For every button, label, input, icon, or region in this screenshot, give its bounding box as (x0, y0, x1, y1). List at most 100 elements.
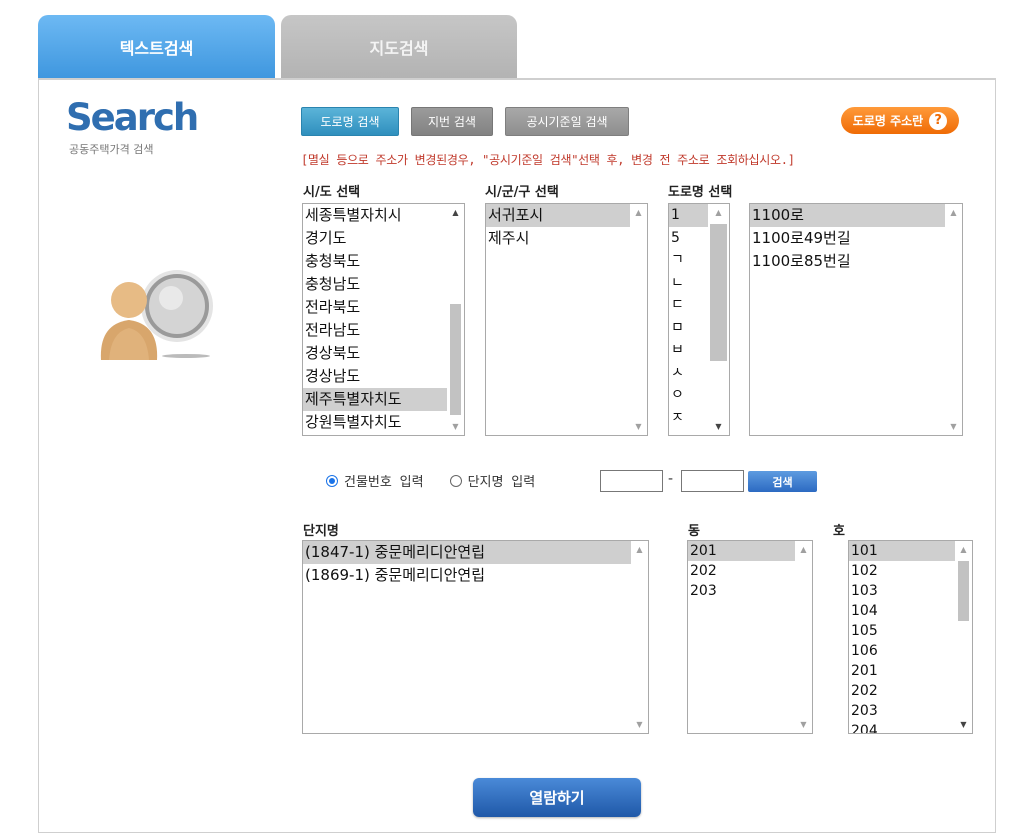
dong-listbox[interactable]: 201 202 203 ▲ ▼ (687, 540, 813, 734)
scroll-down-icon[interactable]: ▼ (945, 418, 962, 435)
scrollbar[interactable]: ▲ ▼ (945, 204, 962, 435)
list-item[interactable]: 5 (669, 227, 708, 250)
notice-text: [멸실 등으로 주소가 변경된경우, "공시기준일 검색"선택 후, 변경 전 … (301, 153, 795, 167)
list-item[interactable]: 전라북도 (303, 296, 447, 319)
search-button[interactable]: 검색 (748, 471, 817, 492)
building-number-main-input[interactable] (600, 470, 663, 492)
scroll-down-icon[interactable]: ▼ (447, 418, 464, 435)
scrollbar[interactable]: ▲ ▼ (955, 541, 972, 733)
scroll-up-icon[interactable]: ▲ (945, 204, 962, 221)
complex-label: 단지명 (303, 524, 339, 539)
scroll-down-icon[interactable]: ▼ (631, 716, 648, 733)
scroll-up-icon[interactable]: ▲ (630, 204, 647, 221)
list-item[interactable]: 경상북도 (303, 342, 447, 365)
list-item[interactable]: ㄱ (669, 249, 708, 272)
list-item-selected[interactable]: 1 (669, 204, 708, 227)
list-item-selected[interactable]: 201 (688, 541, 795, 561)
list-item[interactable]: 103 (849, 581, 955, 601)
list-item[interactable]: 106 (849, 641, 955, 661)
list-item[interactable]: 제주시 (486, 227, 630, 250)
list-item[interactable]: (1869-1) 중문메리디안연립 (303, 564, 631, 587)
scroll-up-icon[interactable]: ▲ (631, 541, 648, 558)
list-item[interactable]: ㅈ (669, 407, 708, 430)
list-item[interactable]: 강원특별자치도 (303, 411, 447, 434)
list-item[interactable]: 105 (849, 621, 955, 641)
list-item[interactable]: ㅁ (669, 317, 708, 340)
building-number-sub-input[interactable] (681, 470, 744, 492)
road-label: 도로명 선택 (668, 185, 733, 200)
list-item[interactable]: 203 (688, 581, 795, 601)
list-item[interactable]: 102 (849, 561, 955, 581)
scroll-down-icon[interactable]: ▼ (630, 418, 647, 435)
scroll-up-icon[interactable]: ▲ (955, 541, 972, 558)
list-item[interactable]: 충청북도 (303, 250, 447, 273)
sigungu-list: 서귀포시 제주시 (486, 204, 630, 435)
scroll-up-icon[interactable]: ▲ (708, 204, 729, 221)
complex-name-radio[interactable] (449, 474, 462, 487)
scrollbar[interactable]: ▲ ▼ (631, 541, 648, 733)
list-item-selected[interactable]: 서귀포시 (486, 204, 630, 227)
scroll-down-icon[interactable]: ▼ (708, 418, 729, 435)
scrollbar[interactable]: ▲ ▼ (630, 204, 647, 435)
date-search-button[interactable]: 공시기준일 검색 (505, 107, 629, 136)
list-item[interactable]: ㄴ (669, 272, 708, 295)
help-icon: ? (929, 111, 948, 130)
scrollbar[interactable]: ▲ ▼ (795, 541, 812, 733)
list-item[interactable]: ㅇ (669, 384, 708, 407)
list-item[interactable]: 202 (688, 561, 795, 581)
dash-separator: - (668, 471, 674, 487)
list-item[interactable]: 충청남도 (303, 273, 447, 296)
road-search-button[interactable]: 도로명 검색 (301, 107, 399, 136)
dong-list: 201 202 203 (688, 541, 795, 733)
road-name-list: 1100로 1100로49번길 1100로85번길 (750, 204, 945, 435)
ho-listbox[interactable]: 101 102 103 104 105 106 201 202 203 204 … (848, 540, 973, 734)
sido-label: 시/도 선택 (303, 185, 361, 200)
building-number-radio[interactable] (326, 474, 338, 487)
scroll-up-icon[interactable]: ▲ (447, 204, 464, 221)
building-number-label: 건물번호 입력 (344, 475, 424, 490)
complex-name-label: 단지명 입력 (467, 475, 536, 490)
scroll-thumb[interactable] (958, 561, 969, 621)
search-panel: Search 공동주택가격 검색 도로명 검색 지번 검색 공시기준일 검색 도… (38, 78, 996, 833)
list-item[interactable]: 204 (849, 721, 955, 733)
person-magnifier-icon (100, 270, 213, 360)
sigungu-label: 시/군/구 선택 (485, 185, 559, 200)
sigungu-listbox[interactable]: 서귀포시 제주시 ▲ ▼ (485, 203, 648, 436)
list-item[interactable]: 경기도 (303, 227, 447, 250)
list-item[interactable]: 202 (849, 681, 955, 701)
list-item[interactable]: 1100로49번길 (750, 227, 945, 250)
list-item[interactable]: ㅂ (669, 339, 708, 362)
list-item[interactable]: 203 (849, 701, 955, 721)
road-address-guide-button[interactable]: 도로명 주소란 ? (841, 107, 959, 134)
scrollbar[interactable]: ▲ ▼ (447, 204, 464, 435)
list-item[interactable]: 전라남도 (303, 319, 447, 342)
list-item[interactable]: 세종특별자치시 (303, 204, 447, 227)
search-logo-title: Search (66, 96, 199, 139)
scroll-thumb[interactable] (710, 224, 727, 361)
scroll-down-icon[interactable]: ▼ (955, 716, 972, 733)
scrollbar[interactable]: ▲ ▼ (708, 204, 729, 435)
list-item-selected[interactable]: (1847-1) 중문메리디안연립 (303, 541, 631, 564)
complex-listbox[interactable]: (1847-1) 중문메리디안연립 (1869-1) 중문메리디안연립 ▲ ▼ (302, 540, 649, 734)
road-initial-listbox[interactable]: 1 5 ㄱ ㄴ ㄷ ㅁ ㅂ ㅅ ㅇ ㅈ ▲ ▼ (668, 203, 730, 436)
list-item[interactable]: 104 (849, 601, 955, 621)
list-item[interactable]: ㅅ (669, 362, 708, 385)
tab-text-search[interactable]: 텍스트검색 (38, 15, 275, 78)
scroll-down-icon[interactable]: ▼ (795, 716, 812, 733)
road-name-listbox[interactable]: 1100로 1100로49번길 1100로85번길 ▲ ▼ (749, 203, 963, 436)
scroll-thumb[interactable] (450, 304, 461, 415)
list-item-selected[interactable]: 101 (849, 541, 955, 561)
list-item[interactable]: 경상남도 (303, 365, 447, 388)
list-item[interactable]: ㄷ (669, 294, 708, 317)
sido-listbox[interactable]: 세종특별자치시 경기도 충청북도 충청남도 전라북도 전라남도 경상북도 경상남… (302, 203, 465, 436)
tab-map-search[interactable]: 지도검색 (281, 15, 517, 78)
ho-list: 101 102 103 104 105 106 201 202 203 204 (849, 541, 955, 733)
sido-list: 세종특별자치시 경기도 충청북도 충청남도 전라북도 전라남도 경상북도 경상남… (303, 204, 447, 435)
view-button[interactable]: 열람하기 (473, 778, 641, 817)
list-item[interactable]: 201 (849, 661, 955, 681)
list-item-selected[interactable]: 제주특별자치도 (303, 388, 447, 411)
list-item-selected[interactable]: 1100로 (750, 204, 945, 227)
lot-search-button[interactable]: 지번 검색 (411, 107, 493, 136)
list-item[interactable]: 1100로85번길 (750, 250, 945, 273)
scroll-up-icon[interactable]: ▲ (795, 541, 812, 558)
